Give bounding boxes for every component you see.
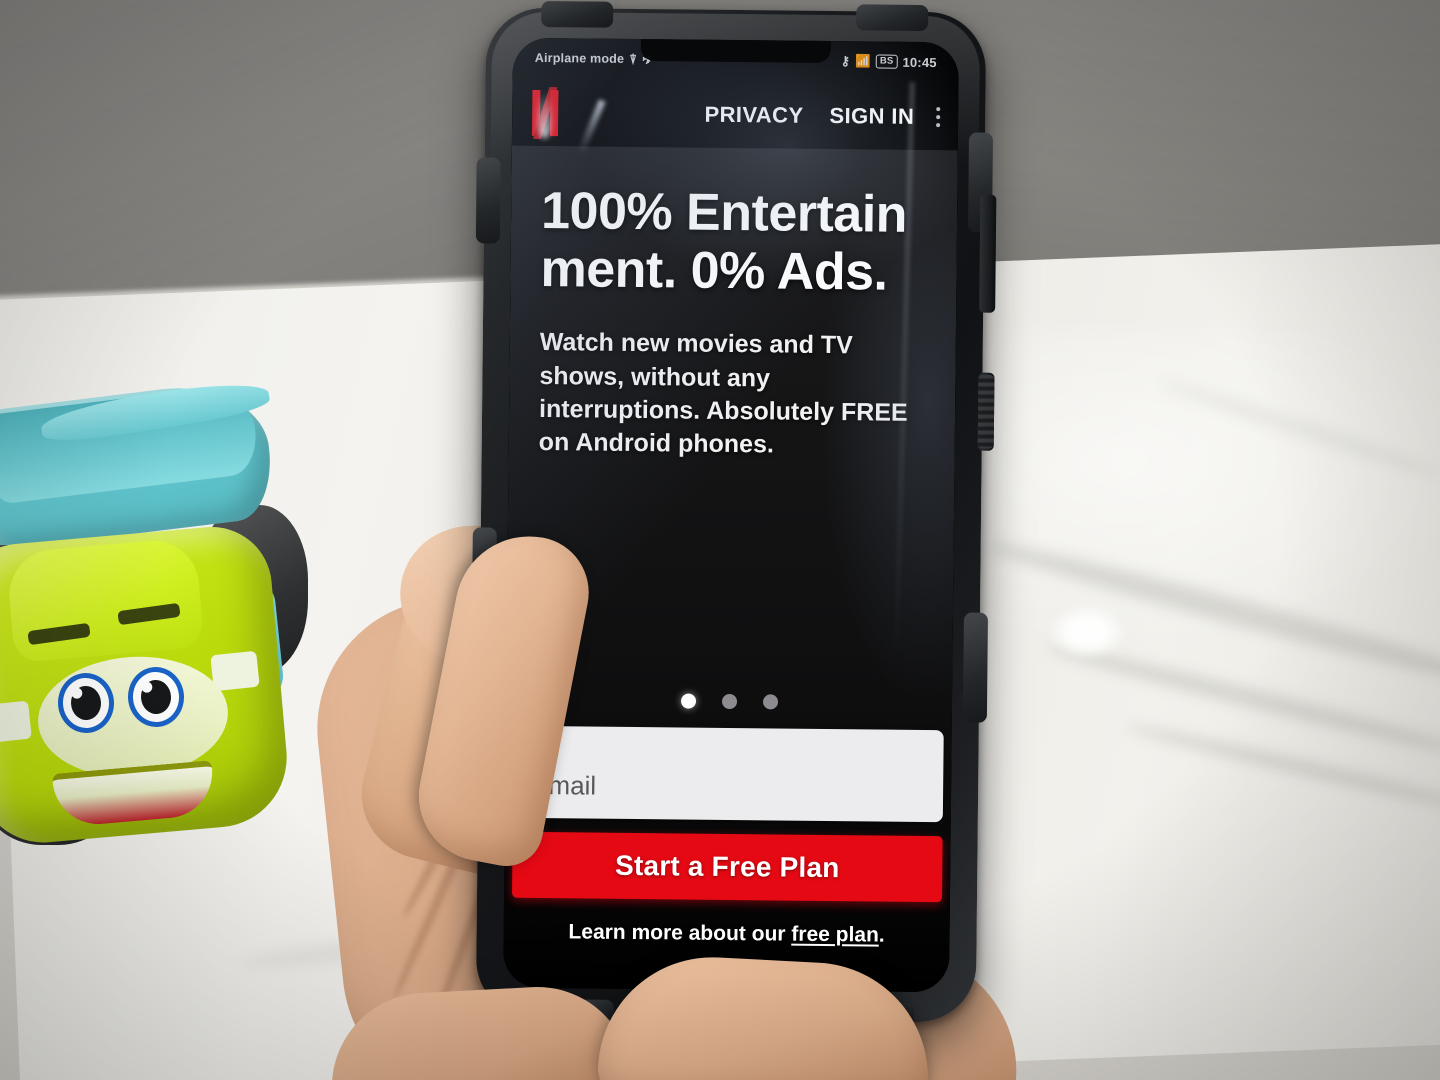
case-bumper <box>856 4 929 32</box>
learn-more-text[interactable]: Learn more about our free plan. <box>511 920 941 949</box>
carousel-dot-1[interactable] <box>680 693 696 709</box>
start-free-plan-button[interactable]: Start a Free Plan <box>511 831 943 903</box>
light-reflection <box>1048 604 1126 660</box>
case-bumper <box>962 612 988 723</box>
status-bar-right: ⚷ 📶 BS 10:45 <box>841 54 937 70</box>
app-nav-bar: PRIVACY SIGN IN <box>512 80 959 151</box>
carousel-dot-3[interactable] <box>762 694 778 710</box>
nav-link-sign-in[interactable]: SIGN IN <box>829 103 914 130</box>
phone-screen[interactable]: 100% Entertainment. 0% Ads. Watch new mo… <box>503 37 959 993</box>
nav-link-privacy[interactable]: PRIVACY <box>704 102 803 129</box>
start-free-plan-label: Start a Free Plan <box>614 849 840 884</box>
status-bar-left: Airplane mode ⍒ ✈ <box>534 50 655 67</box>
carousel-dot-2[interactable] <box>721 693 737 710</box>
learn-more-suffix: . <box>878 923 885 947</box>
toy-sticker <box>210 650 260 692</box>
hero-headline: 100% Entertainment. 0% Ads. <box>540 181 908 302</box>
case-bumper <box>541 0 614 28</box>
airplane-mode-label: Airplane mode <box>534 50 625 66</box>
toy-dump-truck <box>0 375 360 865</box>
vpn-key-icon: ⚷ <box>840 53 851 68</box>
screen-bezel: 100% Entertainment. 0% Ads. Watch new mo… <box>503 37 959 993</box>
toy-sticker <box>0 700 32 744</box>
status-bar-clock: 10:45 <box>902 54 937 70</box>
signup-form: Email Start a Free Plan Learn more about… <box>503 725 951 949</box>
case-bumper <box>475 157 501 244</box>
learn-more-prefix: Learn more about our <box>568 920 792 946</box>
hero-body-text: Watch new movies and TV shows, without a… <box>538 328 908 459</box>
battery-saver-badge: BS <box>875 54 898 69</box>
email-input[interactable]: Email <box>512 725 944 823</box>
smartphone: 100% Entertainment. 0% Ads. Watch new mo… <box>471 0 997 1029</box>
volume-button[interactable] <box>979 194 997 313</box>
free-plan-link[interactable]: free plan <box>791 923 879 947</box>
kebab-menu-icon[interactable] <box>936 107 941 128</box>
netflix-n-logo-icon[interactable] <box>531 87 559 139</box>
vibrate-icon: 📶 <box>855 54 871 69</box>
wifi-off-icon: ⍒ <box>629 51 638 67</box>
power-button-ridges[interactable] <box>977 374 995 449</box>
display-notch <box>640 39 831 64</box>
